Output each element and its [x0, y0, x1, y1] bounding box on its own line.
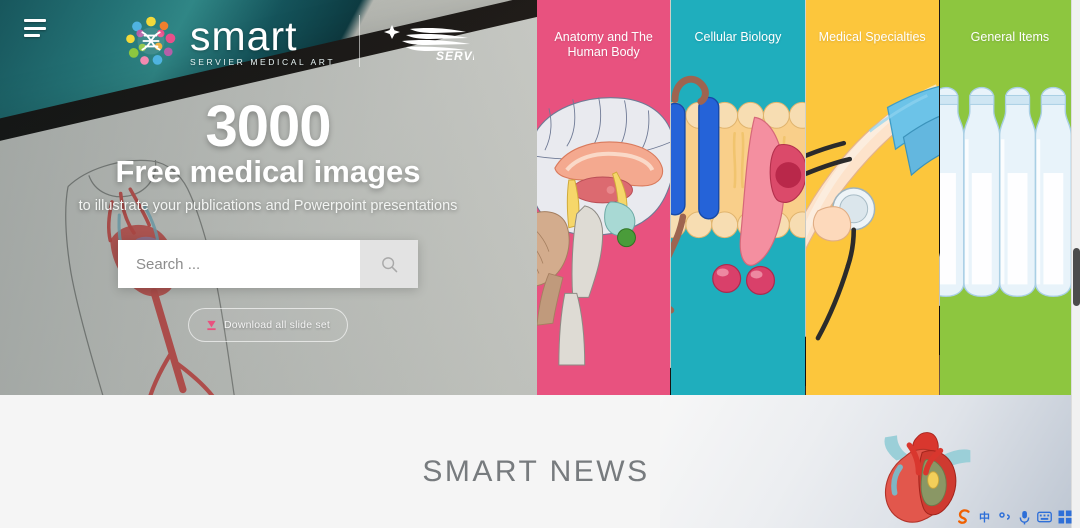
servier-comet-icon: SERVIER: [384, 25, 474, 63]
site-header: smart SERVIER MEDICAL ART SERVIER: [0, 0, 540, 80]
brand-divider: [359, 15, 361, 67]
sogou-logo-icon[interactable]: [957, 509, 972, 525]
brand-logo[interactable]: smart SERVIER MEDICAL ART SERVIER: [124, 14, 474, 68]
category-panels: Anatomy and The Human Body Cellular Biol…: [537, 0, 1080, 395]
brand-subtitle: SERVIER MEDICAL ART: [190, 56, 336, 67]
brand-title: smart: [190, 12, 298, 59]
category-label-medical-specialties: Medical Specialties: [818, 30, 926, 44]
download-arrow-icon: [207, 320, 216, 330]
soft-keyboard-icon[interactable]: [1037, 509, 1052, 525]
category-panel-cellular-biology[interactable]: Cellular Biology: [671, 0, 805, 395]
image-count: 3000: [205, 94, 331, 159]
scrollbar-thumb[interactable]: [1073, 248, 1080, 306]
category-panel-anatomy[interactable]: Anatomy and The Human Body: [537, 0, 671, 395]
punctuation-mode-icon[interactable]: [997, 509, 1012, 525]
download-all-label: Download all slide set: [224, 319, 330, 331]
smart-sunburst-logo-icon: [126, 16, 176, 65]
hero-tagline: Free medical images: [115, 154, 421, 189]
category-label-cellular-biology: Cellular Biology: [694, 30, 782, 44]
sogou-ime-toolbar[interactable]: 中: [953, 507, 1076, 527]
menu-bar-2: [24, 26, 46, 30]
toolbox-icon[interactable]: [1057, 509, 1072, 525]
menu-bar-1: [24, 19, 46, 22]
chinese-input-mode-icon[interactable]: 中: [977, 509, 992, 525]
search-icon: [381, 256, 397, 272]
download-all-button[interactable]: Download all slide set: [188, 308, 348, 342]
hero-subtagline: to illustrate your publications and Powe…: [78, 198, 458, 214]
svg-text:SERVIER: SERVIER: [436, 49, 474, 63]
hamburger-menu-icon[interactable]: [24, 19, 46, 37]
servier-logo[interactable]: SERVIER: [380, 19, 474, 63]
category-panel-medical-specialties[interactable]: Medical Specialties: [805, 0, 939, 395]
voice-input-icon[interactable]: [1017, 509, 1032, 525]
cell-membrane-protein-illustration: [671, 75, 805, 314]
search-bar: [118, 240, 418, 288]
menu-bar-3: [24, 34, 40, 37]
smart-news-section: SMART NEWS: [0, 395, 1080, 528]
search-input[interactable]: [118, 240, 360, 288]
category-label-anatomy: Anatomy and The Human Body: [554, 30, 653, 59]
search-button[interactable]: [360, 240, 418, 288]
hero-copy: 3000 Free medical images to illustrate y…: [0, 94, 536, 215]
blood-pressure-cuff-illustration: [805, 84, 939, 341]
category-label-general-items: General Items: [970, 30, 1050, 44]
brand-text: smart SERVIER MEDICAL ART: [190, 12, 336, 67]
category-panel-general-items[interactable]: General Items: [939, 0, 1080, 395]
hero-banner: smart SERVIER MEDICAL ART SERVIER: [0, 0, 1080, 395]
glass-ampoules-illustration: [939, 86, 1072, 298]
page-scrollbar[interactable]: [1071, 0, 1080, 528]
